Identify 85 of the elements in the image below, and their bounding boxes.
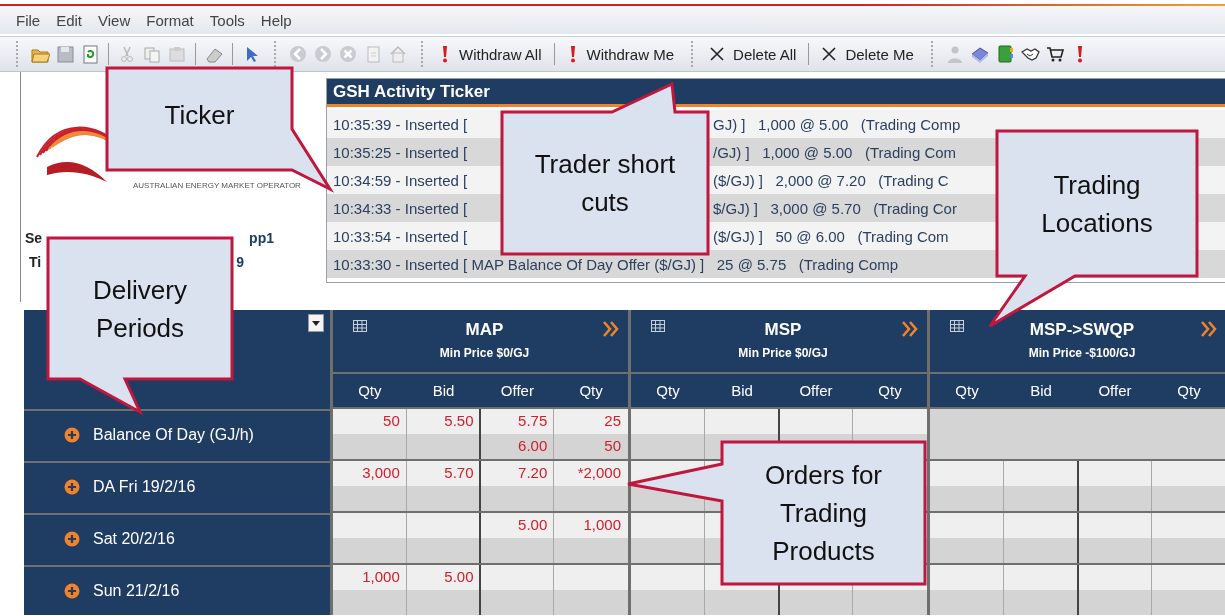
- min-price: Min Price $0/GJ: [738, 346, 828, 360]
- menu-item[interactable]: File: [8, 11, 49, 29]
- grid-icon[interactable]: [651, 320, 665, 332]
- delivery-period[interactable]: Sat 20/2/16: [93, 530, 175, 548]
- logo-tagline: AUSTRALIAN ENERGY MARKET OPERATOR: [133, 181, 301, 190]
- toolbar-button[interactable]: Delete Me: [817, 41, 918, 67]
- order-cell-text: 5.00: [443, 567, 475, 587]
- order-cell-text: 25: [603, 411, 622, 431]
- delivery-period[interactable]: Sun 21/2/16: [93, 582, 180, 600]
- toolbar-button[interactable]: Delete All: [705, 41, 801, 67]
- column-header: Bid: [1030, 382, 1052, 399]
- ticker-entry: 10:33:30 - Inserted [ MAP Balance Of Day Offer ($/GJ) ] 25 @ 5.75 (Trading Comp: [333, 255, 899, 273]
- menu-item[interactable]: Edit: [48, 11, 91, 29]
- order-cell-text: 1,000: [582, 515, 622, 535]
- order-cell-text: *2,000: [576, 463, 622, 483]
- ticker-entry: 10:35:39 - Inserted [: [333, 115, 469, 133]
- order-cell-text: 5.70: [443, 463, 475, 483]
- order-cell-text: 5.00: [517, 515, 549, 535]
- double-chevron-icon[interactable]: [1200, 320, 1218, 338]
- ticker-entry: $/GJ) ] 3,000 @ 5.70 (Trading Cor: [713, 199, 957, 217]
- column-header: Qty: [878, 382, 902, 399]
- double-chevron-icon[interactable]: [901, 320, 919, 338]
- ticker-entry: 10:34:59 - Inserted [: [333, 171, 469, 189]
- menu-item[interactable]: View: [90, 11, 139, 29]
- double-chevron-icon[interactable]: [602, 320, 620, 338]
- session-value: 9: [236, 254, 244, 270]
- ticker-title: GSH Activity Ticker: [327, 79, 1225, 107]
- order-cell-text: 7.20: [517, 463, 549, 483]
- close-icon: [821, 45, 838, 63]
- column-header: Qty: [1177, 382, 1201, 399]
- close-icon: [709, 45, 726, 63]
- delivery-period[interactable]: DA Fri 19/2/16: [93, 478, 196, 496]
- callout-text: Trader short cuts: [533, 148, 677, 219]
- menu-item[interactable]: Format: [138, 11, 202, 29]
- dropdown-icon[interactable]: [308, 314, 324, 332]
- grid-icon[interactable]: [353, 320, 367, 332]
- toolbar-button[interactable]: Withdraw Me: [562, 41, 679, 67]
- location-name: MSP: [764, 320, 802, 340]
- ticker-entry: /GJ) ] 1,000 @ 5.00 (Trading Com: [713, 143, 957, 161]
- order-cell-text: 1,000: [361, 567, 401, 587]
- document-refresh-icon[interactable]: [80, 44, 100, 64]
- ticker-entry: 10:34:33 - Inserted [: [333, 199, 469, 217]
- session-label: Se: [25, 230, 43, 246]
- callout-text: Delivery Periods: [92, 273, 188, 345]
- column-header: Offer: [799, 382, 833, 399]
- session-value: pp1: [249, 230, 274, 246]
- column-header: Offer: [1098, 382, 1132, 399]
- order-cell-text: 3,000: [361, 463, 401, 483]
- expand-icon[interactable]: [64, 427, 80, 443]
- column-header: Offer: [500, 382, 534, 399]
- ticker-entry: 10:35:25 - Inserted [: [333, 143, 469, 161]
- order-cell-text: 5.75: [517, 411, 549, 431]
- ticker-entry: 10:33:54 - Inserted [: [333, 227, 469, 245]
- order-cell-text: 50: [603, 436, 622, 456]
- menu-item[interactable]: Tools: [201, 11, 253, 29]
- location-name: MAP: [465, 320, 504, 340]
- grid-icon[interactable]: [950, 320, 964, 332]
- menu-item[interactable]: Help: [252, 11, 300, 29]
- column-header: Bid: [432, 382, 455, 399]
- expand-icon[interactable]: [64, 583, 80, 599]
- callout-text: Trading Locations: [1040, 168, 1154, 240]
- clipboard-icon[interactable]: [167, 44, 187, 64]
- cart-icon[interactable]: [1044, 44, 1065, 64]
- order-cell-text: 5.50: [443, 411, 475, 431]
- ticker-entry: ($/GJ) ] 50 @ 6.00 (Trading Com: [713, 227, 949, 245]
- expand-icon[interactable]: [64, 531, 80, 547]
- column-header: Bid: [731, 382, 753, 399]
- order-cell-text: 6.00: [517, 436, 549, 456]
- location-name: MSP->SWQP: [1029, 320, 1135, 340]
- delivery-period[interactable]: Balance Of Day (GJ/h): [93, 426, 254, 444]
- column-header: Qty: [656, 382, 680, 399]
- ticker-entry: GJ) ] 1,000 @ 5.00 (Trading Comp: [713, 115, 961, 133]
- column-header: Qty: [579, 382, 603, 399]
- order-cell-text: 50: [382, 411, 401, 431]
- callout-text: Orders for Trading Products: [764, 459, 883, 568]
- session-label: Ti: [29, 254, 42, 270]
- ticker-entry: ($/GJ) ] 2,000 @ 7.20 (Trading C: [713, 171, 949, 189]
- column-header: Qty: [955, 382, 979, 399]
- callout-text: Ticker: [164, 99, 235, 132]
- save-icon[interactable]: [55, 44, 75, 64]
- expand-icon[interactable]: [64, 479, 80, 495]
- min-price: Min Price -$100/GJ: [1028, 346, 1136, 360]
- toolbar-button[interactable]: Withdraw All: [435, 41, 546, 67]
- column-header: Qty: [358, 382, 382, 399]
- min-price: Min Price $0/GJ: [439, 346, 530, 360]
